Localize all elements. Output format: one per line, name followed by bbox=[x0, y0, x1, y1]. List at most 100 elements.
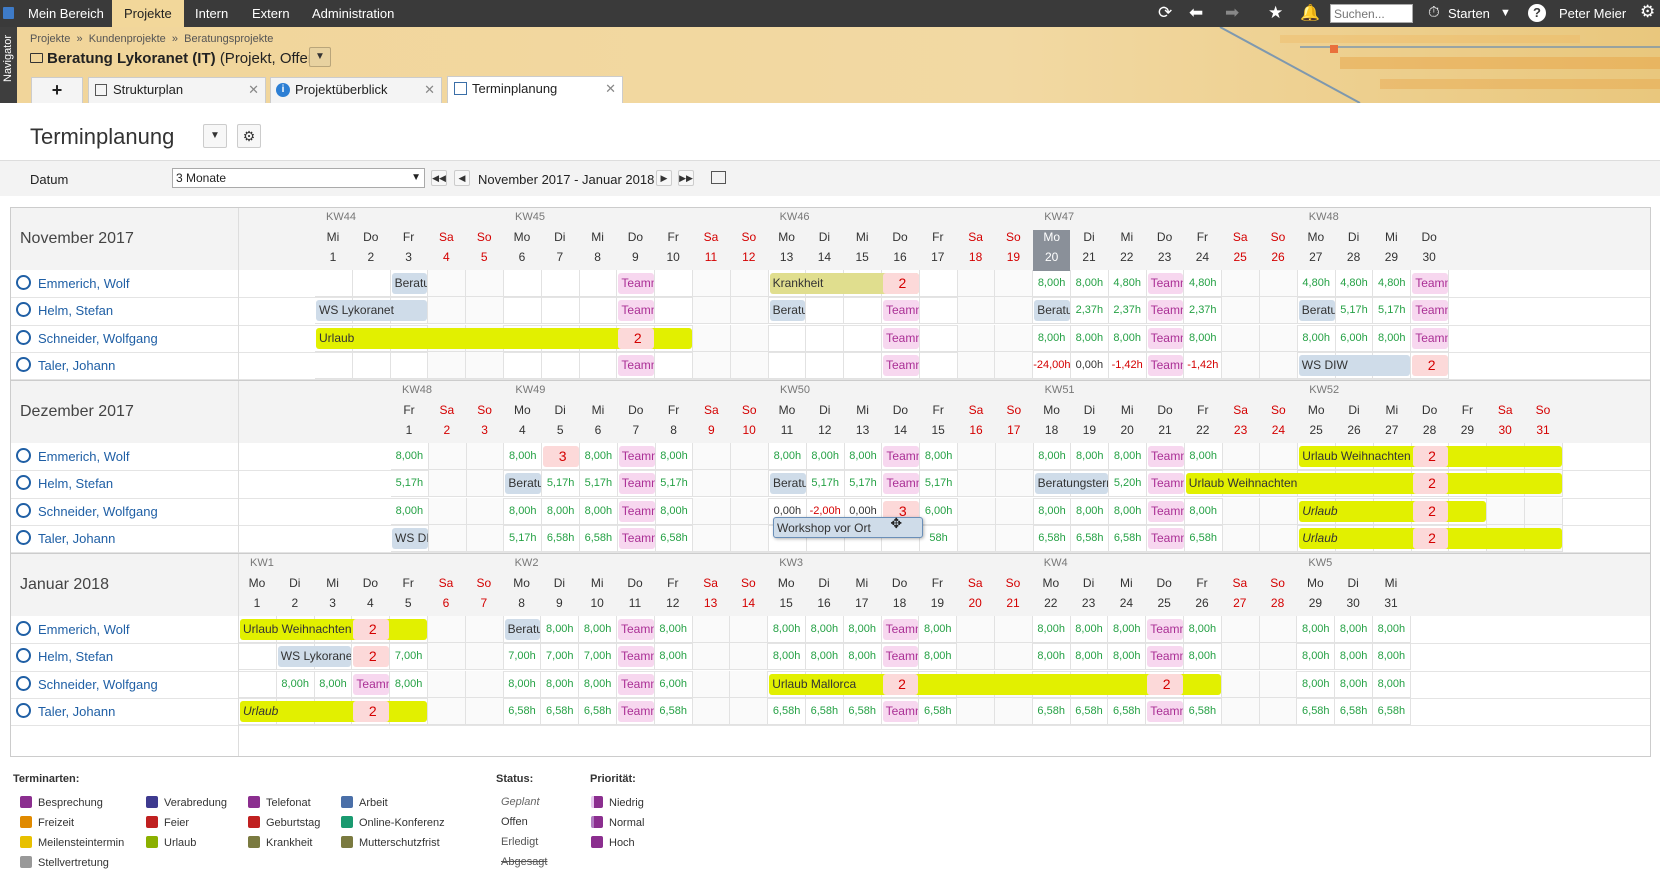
back-arrow-icon[interactable]: ⬅ bbox=[1189, 3, 1203, 23]
calendar-event[interactable]: Urlaub Weihnachten bbox=[1185, 473, 1562, 495]
day-cell[interactable]: 8,00h bbox=[580, 443, 618, 470]
day-cell[interactable] bbox=[995, 697, 1033, 725]
calendar-event[interactable]: Teamm bbox=[618, 646, 654, 668]
day-cell[interactable] bbox=[692, 616, 731, 643]
calendar-event[interactable]: Teamm bbox=[883, 327, 919, 349]
day-cell[interactable]: 6,58h bbox=[768, 697, 806, 725]
menu-extern[interactable]: Extern bbox=[240, 0, 302, 27]
day-cell[interactable]: 8,00h bbox=[768, 616, 806, 643]
favorites-star-icon[interactable]: ★ bbox=[1268, 3, 1283, 23]
day-cell[interactable]: 8,00h bbox=[504, 443, 543, 470]
calendar-event[interactable]: 2 bbox=[353, 619, 390, 640]
day-cell[interactable] bbox=[579, 351, 618, 379]
day-cell[interactable]: 8,00h bbox=[1033, 443, 1072, 470]
calendar-event[interactable]: Urlaub Weihnachten bbox=[240, 619, 427, 640]
day-cell[interactable]: 8,00h bbox=[580, 497, 618, 525]
day-cell[interactable]: 7,00h bbox=[541, 643, 580, 671]
refresh-icon[interactable]: ⟳ bbox=[1158, 3, 1172, 23]
calendar-event[interactable]: Teamm bbox=[882, 700, 919, 722]
calendar-event[interactable]: Teamm bbox=[883, 446, 920, 467]
day-cell[interactable] bbox=[352, 270, 391, 297]
day-cell[interactable] bbox=[768, 351, 807, 379]
day-cell[interactable]: 8,00h bbox=[579, 616, 617, 643]
day-cell[interactable] bbox=[995, 643, 1033, 671]
day-cell[interactable]: 8,00h bbox=[1297, 643, 1336, 671]
day-cell[interactable] bbox=[730, 670, 769, 698]
day-cell[interactable]: 8,00h bbox=[1297, 670, 1336, 698]
calendar-event[interactable]: 2 bbox=[1412, 500, 1449, 522]
day-cell[interactable] bbox=[541, 270, 580, 297]
menu-mein-bereich[interactable]: Mein Bereich bbox=[16, 0, 116, 27]
day-cell[interactable] bbox=[957, 270, 996, 297]
day-cell[interactable]: 8,00h bbox=[844, 443, 883, 470]
close-icon[interactable]: ✕ bbox=[248, 78, 259, 102]
calendar-event[interactable]: 2 bbox=[1412, 473, 1449, 495]
day-cell[interactable]: 8,00h bbox=[1108, 643, 1147, 671]
day-cell[interactable] bbox=[806, 324, 845, 352]
day-cell[interactable] bbox=[768, 324, 807, 352]
day-cell[interactable] bbox=[995, 297, 1034, 325]
calendar-event[interactable]: Teamm bbox=[618, 673, 654, 695]
day-cell[interactable]: 6,58h bbox=[1373, 697, 1411, 725]
day-cell[interactable]: 8,00h bbox=[1335, 670, 1373, 698]
day-cell[interactable]: 8,00h bbox=[654, 643, 693, 671]
person-name[interactable]: Helm, Stefan bbox=[16, 470, 113, 497]
calendar-event[interactable]: Teamm bbox=[618, 354, 655, 376]
day-cell[interactable] bbox=[693, 351, 731, 379]
day-cell[interactable]: 8,00h bbox=[1071, 270, 1109, 297]
help-icon[interactable]: ? bbox=[1528, 4, 1546, 22]
day-cell[interactable]: 4,80h bbox=[1335, 270, 1374, 297]
day-cell[interactable]: 6,58h bbox=[1184, 697, 1222, 725]
calendar-event[interactable]: Teamm bbox=[1147, 300, 1184, 322]
day-cell[interactable]: 8,00h bbox=[541, 616, 580, 643]
calendar-event[interactable]: 2 bbox=[618, 327, 655, 349]
day-cell[interactable]: 8,00h bbox=[1071, 443, 1110, 470]
day-cell[interactable] bbox=[995, 270, 1034, 297]
day-cell[interactable]: 6,58h bbox=[503, 697, 542, 725]
calendar-event[interactable]: 2 bbox=[883, 273, 919, 294]
day-cell[interactable] bbox=[957, 351, 996, 379]
calendar-event[interactable]: Teamm bbox=[883, 354, 919, 376]
new-tab-button[interactable]: + bbox=[31, 77, 83, 103]
day-cell[interactable]: 8,00h bbox=[1373, 616, 1411, 643]
day-cell[interactable]: 8,00h bbox=[1373, 643, 1411, 671]
day-cell[interactable] bbox=[1221, 616, 1260, 643]
day-cell[interactable] bbox=[1260, 497, 1299, 525]
day-cell[interactable]: 8,00h bbox=[806, 643, 844, 671]
day-cell[interactable]: 6,00h bbox=[920, 497, 958, 525]
day-cell[interactable] bbox=[692, 697, 731, 725]
day-cell[interactable]: 8,00h bbox=[504, 497, 543, 525]
day-cell[interactable] bbox=[428, 470, 467, 498]
day-cell[interactable]: 8,00h bbox=[769, 443, 807, 470]
stopwatch-icon[interactable]: ⏱ bbox=[1428, 4, 1440, 21]
day-cell[interactable]: 8,00h bbox=[1108, 616, 1147, 643]
day-cell[interactable]: 4,80h bbox=[1297, 270, 1336, 297]
first-period-button[interactable]: ◀◀ bbox=[431, 170, 447, 186]
calendar-event[interactable]: Teamm bbox=[1148, 473, 1184, 495]
day-cell[interactable] bbox=[693, 297, 731, 325]
day-cell[interactable] bbox=[428, 497, 467, 525]
day-cell[interactable] bbox=[428, 643, 466, 671]
day-cell[interactable] bbox=[466, 470, 505, 498]
calendar-event[interactable]: Teamm bbox=[1147, 619, 1183, 640]
start-button[interactable]: Starten bbox=[1448, 0, 1490, 27]
day-cell[interactable] bbox=[541, 297, 580, 325]
day-cell[interactable]: -1,42h bbox=[1184, 351, 1223, 379]
day-cell[interactable] bbox=[239, 643, 277, 671]
day-cell[interactable] bbox=[958, 524, 996, 552]
day-cell[interactable]: 8,00h bbox=[1184, 443, 1223, 470]
day-cell[interactable]: 6,58h bbox=[843, 697, 882, 725]
day-cell[interactable]: 8,00h bbox=[1297, 324, 1336, 352]
day-cell[interactable]: 8,00h bbox=[1033, 270, 1071, 297]
day-cell[interactable]: 6,58h bbox=[1070, 697, 1109, 725]
calendar-event[interactable]: Teamm bbox=[1148, 446, 1184, 467]
day-cell[interactable]: 8,00h bbox=[1108, 324, 1147, 352]
day-cell[interactable] bbox=[1259, 697, 1298, 725]
day-cell[interactable]: 5,17h bbox=[655, 470, 694, 498]
day-cell[interactable]: -1,42h bbox=[1108, 351, 1147, 379]
day-cell[interactable] bbox=[730, 270, 769, 297]
day-cell[interactable]: 8,00h bbox=[579, 670, 617, 698]
day-cell[interactable] bbox=[1221, 670, 1260, 698]
day-cell[interactable] bbox=[579, 297, 618, 325]
day-cell[interactable]: 8,00h bbox=[542, 497, 580, 525]
